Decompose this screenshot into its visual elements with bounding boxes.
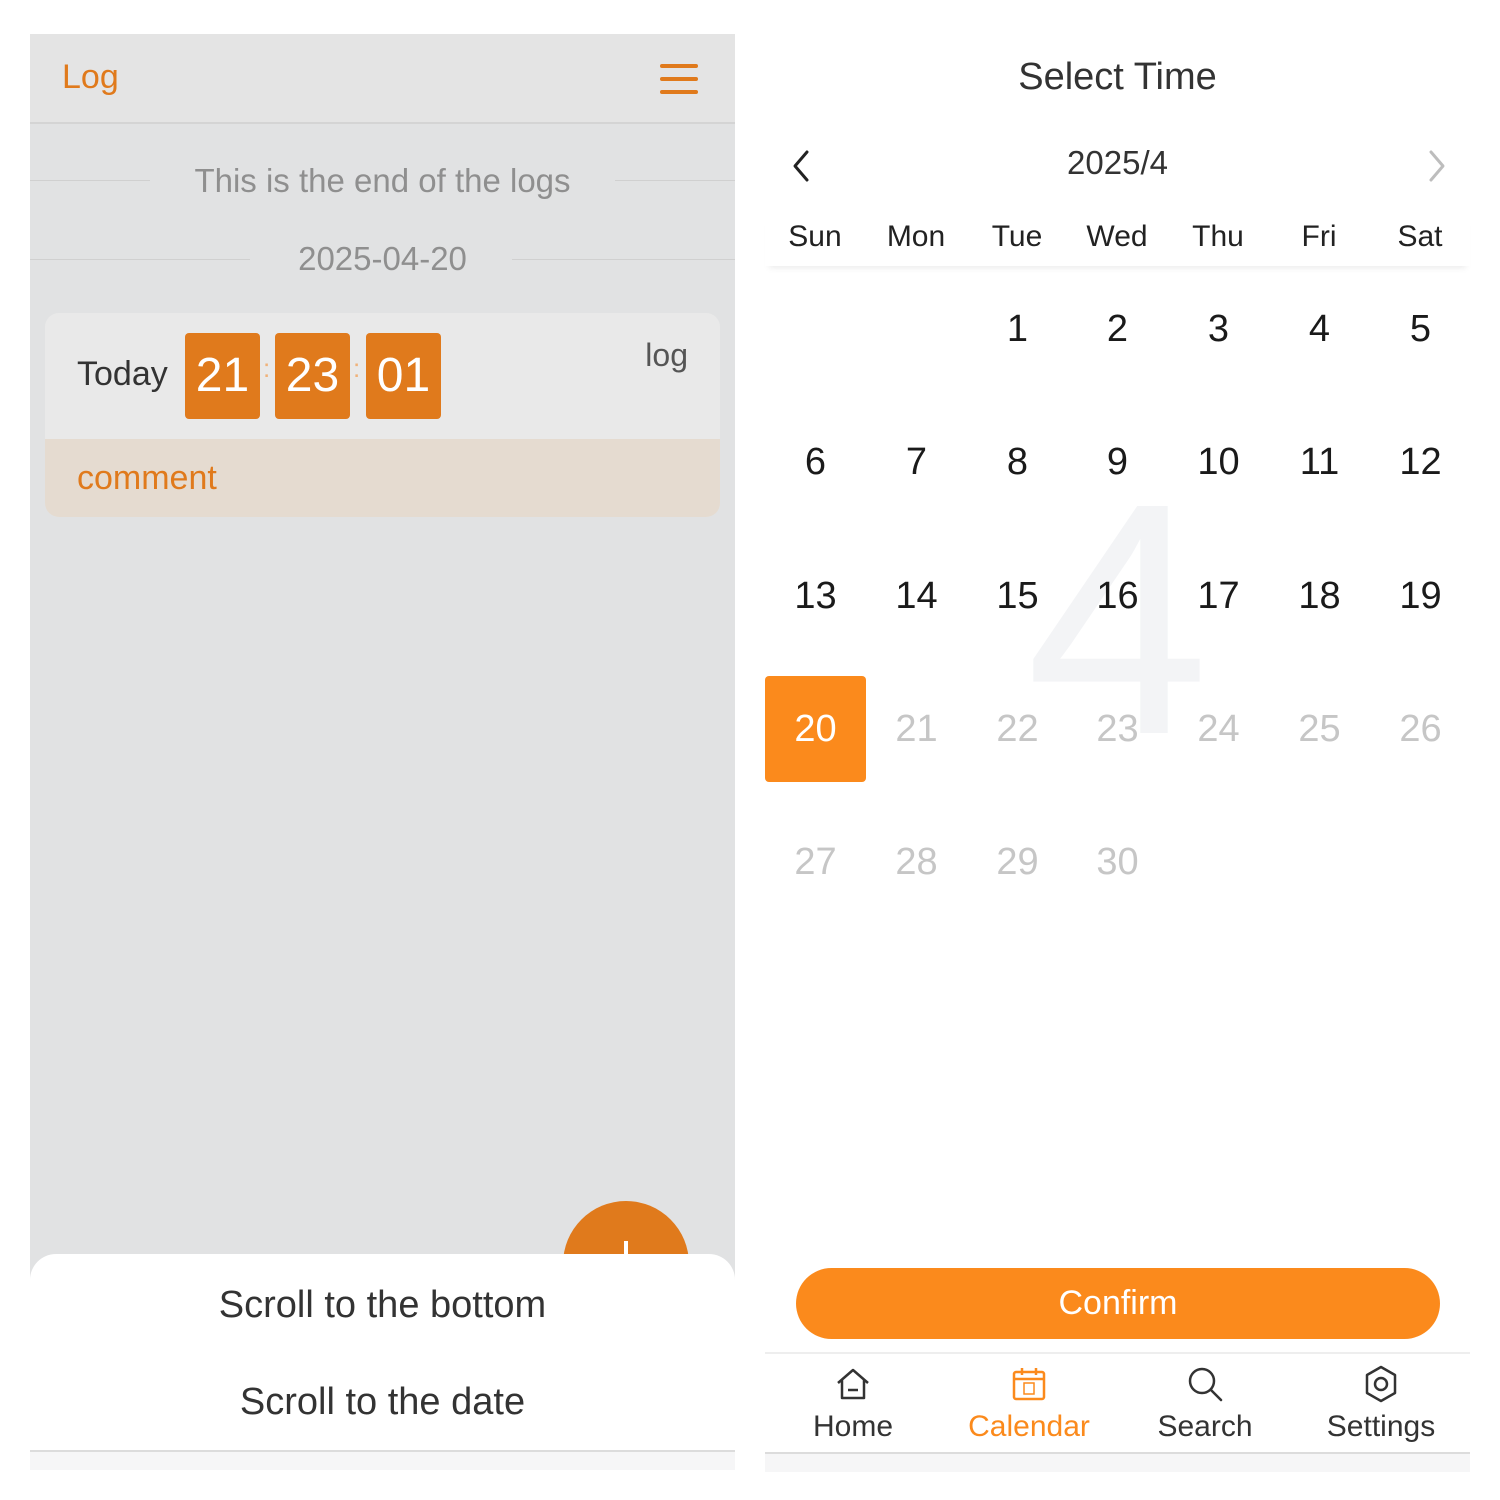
tab-label: Calendar: [968, 1410, 1090, 1443]
weekday-label: Wed: [1086, 220, 1148, 253]
log-entry-card[interactable]: Today 21 : 23 : 01 log comment: [45, 313, 720, 517]
calendar-day: 26: [1399, 708, 1442, 750]
entry-second: 01: [366, 333, 441, 419]
calendar-day[interactable]: 11: [1269, 409, 1370, 515]
action-sheet: Scroll to the bottom Scroll to the date: [30, 1254, 735, 1470]
calendar-day: 24: [1197, 708, 1240, 750]
calendar-day: 30: [1096, 841, 1139, 883]
scroll-to-date-option[interactable]: Scroll to the date: [30, 1381, 735, 1424]
sheet-bottom-bar: [30, 1450, 735, 1470]
log-header: Log: [30, 34, 735, 124]
calendar-day: 27: [794, 841, 837, 883]
calendar-day[interactable]: 19: [1370, 543, 1471, 649]
entry-comment: comment: [45, 439, 720, 517]
tab-bar-bottom: [765, 1452, 1470, 1472]
calendar-day[interactable]: 15: [967, 543, 1068, 649]
confirm-button[interactable]: Confirm: [796, 1268, 1440, 1339]
calendar-day: 28: [895, 841, 938, 883]
scroll-to-bottom-option[interactable]: Scroll to the bottom: [30, 1284, 735, 1327]
calendar-day[interactable]: 14: [866, 543, 967, 649]
weekday-label: Thu: [1192, 220, 1244, 253]
menu-icon[interactable]: [660, 64, 700, 96]
selected-day[interactable]: 20: [765, 676, 866, 782]
weekday-label: Tue: [991, 220, 1043, 253]
home-icon: [837, 1368, 869, 1400]
calendar-day: 21: [895, 708, 938, 750]
log-entry-header: Today 21 : 23 : 01 log: [45, 313, 720, 439]
entry-comment-text: comment: [77, 459, 217, 497]
entry-hour: 21: [185, 333, 260, 419]
calendar-day[interactable]: 4: [1269, 276, 1370, 382]
calendar-day[interactable]: 18: [1269, 543, 1370, 649]
tab-label: Home: [812, 1410, 894, 1443]
calendar-day: 29: [996, 841, 1039, 883]
calendar-day[interactable]: 1: [967, 276, 1068, 382]
calendar-day: 22: [996, 708, 1039, 750]
calendar-day: 23: [1096, 708, 1139, 750]
weekday-label: Fri: [1301, 220, 1337, 253]
weekday-header: Sun Mon Tue Wed Thu Fri Sat: [765, 216, 1470, 266]
calendar-icon: [1012, 1368, 1046, 1401]
entry-day-label: Today: [77, 355, 168, 393]
entry-minute: 23: [275, 333, 350, 419]
tab-label: Settings: [1326, 1410, 1436, 1443]
end-of-logs-separator: This is the end of the logs: [30, 160, 735, 200]
tab-search[interactable]: Search: [1117, 1354, 1293, 1454]
tab-settings[interactable]: Settings: [1293, 1354, 1469, 1454]
calendar-day[interactable]: 7: [866, 409, 967, 515]
weekday-label: Sat: [1397, 220, 1443, 253]
calendar-day: 25: [1298, 708, 1341, 750]
calendar-day[interactable]: 10: [1168, 409, 1269, 515]
chevron-right-icon[interactable]: [1421, 146, 1451, 186]
weekday-label: Mon: [886, 220, 946, 253]
search-icon: [1188, 1367, 1223, 1402]
calendar-day[interactable]: 5: [1370, 276, 1471, 382]
month-label: 2025/4: [1067, 144, 1168, 181]
calendar-day[interactable]: 6: [765, 409, 866, 515]
calendar-day[interactable]: 17: [1168, 543, 1269, 649]
time-colon: :: [263, 353, 271, 383]
time-colon: :: [353, 353, 361, 383]
page-title: Log: [62, 58, 119, 96]
tab-label: Search: [1157, 1410, 1253, 1443]
picker-title: Select Time: [1018, 56, 1217, 98]
tab-bar: Home Calendar Search Settings: [765, 1352, 1470, 1472]
calendar-day[interactable]: 3: [1168, 276, 1269, 382]
calendar-day[interactable]: 8: [967, 409, 1068, 515]
date-separator-text: 2025-04-20: [268, 240, 497, 277]
calendar-day[interactable]: 13: [765, 543, 866, 649]
gear-icon: [1365, 1365, 1397, 1403]
tab-calendar[interactable]: Calendar: [941, 1354, 1117, 1454]
time-picker-screen: Select Time 2025/4 Sun Mon Tue Wed Thu F…: [765, 34, 1471, 1472]
date-separator: 2025-04-20: [30, 238, 735, 278]
entry-tag: log: [645, 337, 688, 373]
calendar-day[interactable]: 12: [1370, 409, 1471, 515]
calendar-day[interactable]: 16: [1067, 543, 1168, 649]
tab-home[interactable]: Home: [765, 1354, 941, 1454]
weekday-label: Sun: [788, 220, 842, 253]
calendar-day[interactable]: 2: [1067, 276, 1168, 382]
end-of-logs-text: This is the end of the logs: [164, 162, 601, 199]
log-screen: Log This is the end of the logs 2025-04-…: [30, 34, 735, 1470]
calendar-day[interactable]: 9: [1067, 409, 1168, 515]
